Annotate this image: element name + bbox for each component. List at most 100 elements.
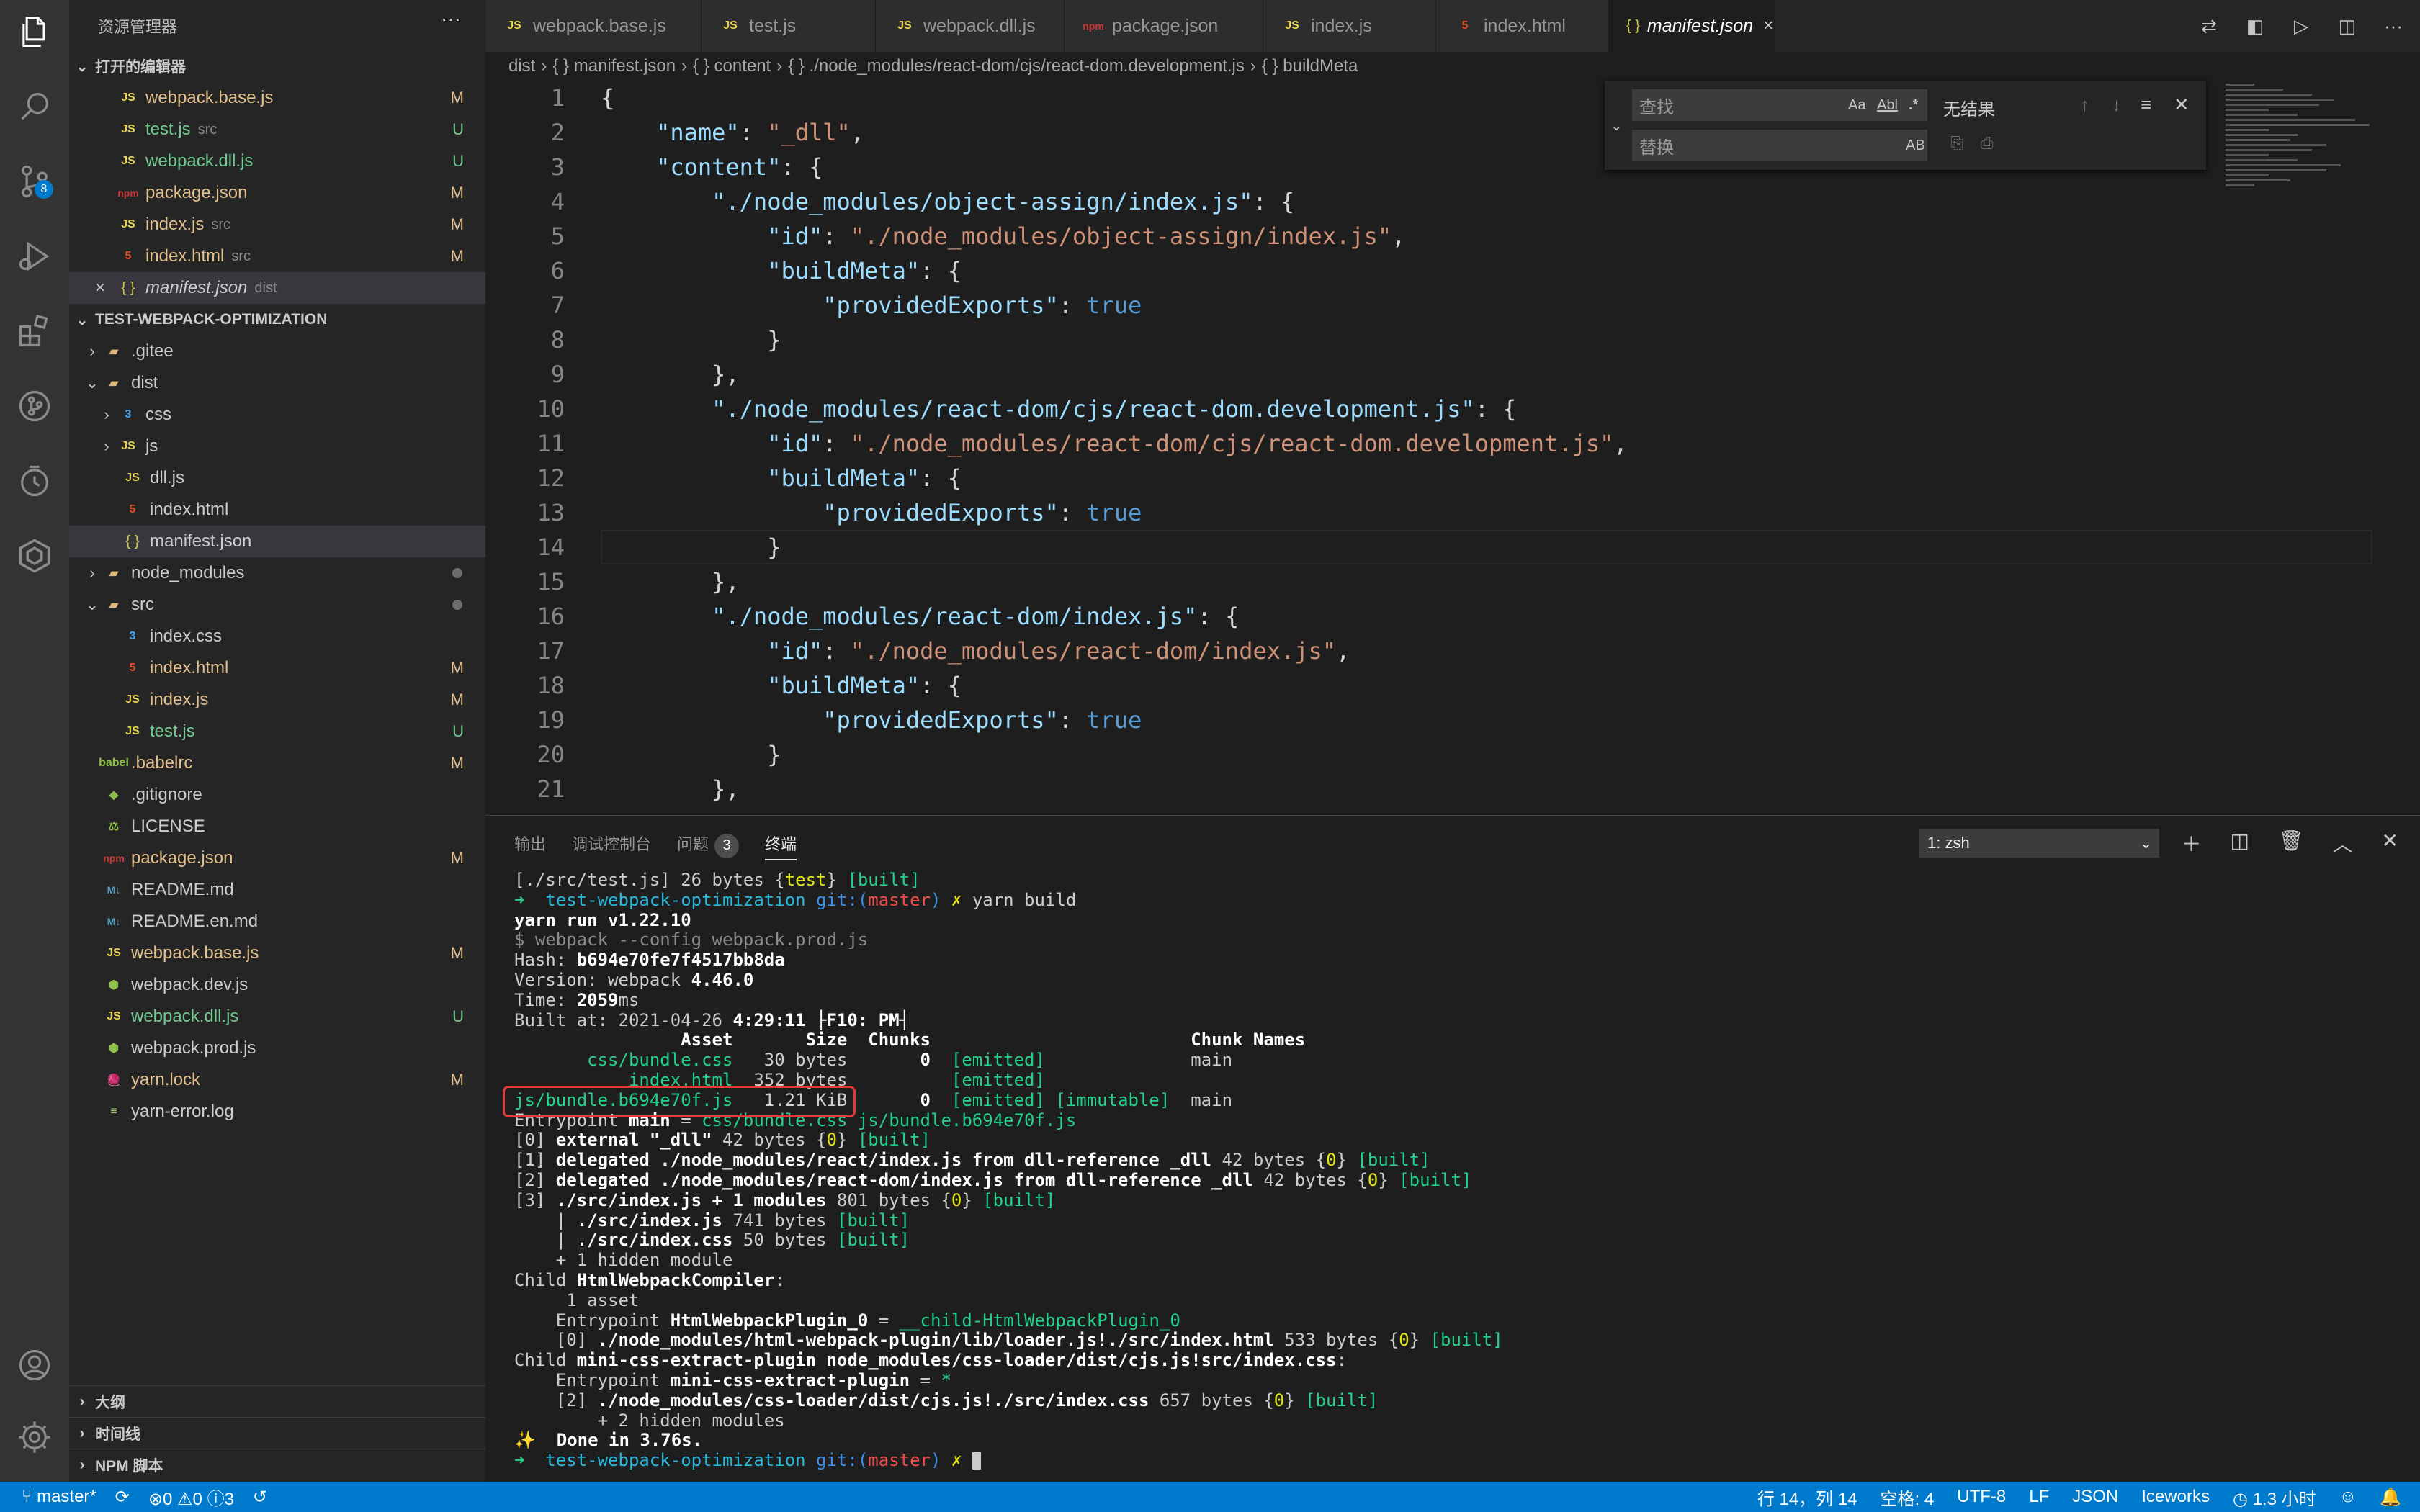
history-icon[interactable]: ↺ <box>253 1487 267 1508</box>
next-match-icon[interactable]: ↓ <box>2112 94 2121 116</box>
tree-item[interactable]: JS webpack.base.js M <box>69 937 485 969</box>
new-terminal-icon[interactable]: ＋ <box>2181 829 2201 858</box>
open-editor-item[interactable]: × { } manifest.json dist <box>69 272 485 304</box>
tab-webpack-base-js[interactable]: JS webpack.base.js <box>485 0 702 52</box>
tab-terminal[interactable]: 终端 <box>765 832 797 860</box>
toggle-replace-chevron-icon[interactable]: ⌄ <box>1610 117 1623 135</box>
tree-item[interactable]: JS webpack.dll.js U <box>69 1001 485 1032</box>
replace-input[interactable]: 替换 AB <box>1632 130 1927 161</box>
tree-item[interactable]: 5 index.html M <box>69 652 485 684</box>
run-debug-icon[interactable] <box>13 235 56 278</box>
breadcrumb-item[interactable]: { } buildMeta <box>1262 56 1358 76</box>
tree-item[interactable]: › 3 css <box>69 399 485 431</box>
open-editor-item[interactable]: JS webpack.dll.js U <box>69 145 485 177</box>
tab-index-html[interactable]: 5 index.html <box>1436 0 1609 52</box>
time-tracker[interactable]: ◷ 1.3 小时 <box>2233 1485 2316 1510</box>
tab-package-json[interactable]: npm package.json <box>1065 0 1263 52</box>
open-editor-item[interactable]: JS webpack.base.js M <box>69 82 485 114</box>
open-editor-item[interactable]: 5 index.html src M <box>69 240 485 272</box>
tree-item[interactable]: 5 index.html <box>69 494 485 526</box>
split-editor-icon[interactable]: ◫ <box>2335 14 2360 38</box>
problems-item[interactable]: ⊗0 ⚠0 ⓘ3 <box>148 1485 234 1510</box>
tab-problems[interactable]: 问题 3 <box>677 832 740 860</box>
extensions-icon[interactable] <box>13 310 56 353</box>
outline-section[interactable]: › 大纲 <box>69 1385 485 1417</box>
tree-item[interactable]: ⌄ ▰ src <box>69 589 485 621</box>
open-editors-header[interactable]: ⌄ 打开的编辑器 <box>69 50 485 82</box>
find-in-selection-icon[interactable]: ≡ <box>2141 94 2151 116</box>
tree-item[interactable]: ⌄ ▰ dist <box>69 367 485 399</box>
terminal-select[interactable]: 1: zsh ⌄ <box>1919 829 2159 858</box>
tree-item[interactable]: JS dll.js <box>69 462 485 494</box>
breadcrumb-item[interactable]: dist <box>508 56 535 76</box>
run-icon[interactable]: ▷ <box>2289 14 2313 38</box>
close-panel-icon[interactable]: ✕ <box>2382 829 2398 858</box>
tab-debug-console[interactable]: 调试控制台 <box>572 832 651 860</box>
close-find-icon[interactable]: ✕ <box>2174 94 2190 116</box>
close-icon[interactable]: × <box>1763 16 1773 36</box>
tree-item[interactable]: 3 index.css <box>69 621 485 652</box>
code-editor[interactable]: 1{2 "name": "_dll", 3 "content": {4 "./no… <box>485 81 2420 815</box>
regex-toggle[interactable]: .* <box>1909 97 1918 114</box>
feedback-icon[interactable]: ☺ <box>2339 1487 2357 1507</box>
indentation[interactable]: 空格: 4 <box>1881 1485 1935 1510</box>
language-mode[interactable]: JSON <box>2072 1487 2118 1507</box>
source-control-icon[interactable]: 8 <box>13 160 56 203</box>
breadcrumb-item[interactable]: { } manifest.json <box>552 56 676 76</box>
iceworks-icon[interactable] <box>13 534 56 577</box>
more-editor-actions-icon[interactable]: ··· <box>2381 14 2406 38</box>
tree-item[interactable]: › JS js <box>69 431 485 462</box>
encoding[interactable]: UTF-8 <box>1957 1487 2006 1507</box>
terminal-output[interactable]: [./src/test.js] 26 bytes {test} [built] ➜… <box>514 870 1503 1471</box>
end-of-line[interactable]: LF <box>2029 1487 2049 1507</box>
open-editor-item[interactable]: npm package.json M <box>69 177 485 209</box>
npm-scripts-section[interactable]: › NPM 脚本 <box>69 1449 485 1480</box>
minimap[interactable] <box>2226 81 2398 268</box>
tree-item[interactable]: ≡ yarn-error.log <box>69 1096 485 1128</box>
tree-item[interactable]: { } manifest.json <box>69 526 485 557</box>
tree-item[interactable]: npm package.json M <box>69 842 485 874</box>
open-editor-item[interactable]: JS index.js src M <box>69 209 485 240</box>
tree-item[interactable]: ⚖ LICENSE <box>69 811 485 842</box>
account-icon[interactable] <box>13 1344 56 1387</box>
tab-output[interactable]: 输出 <box>514 832 546 860</box>
tree-item[interactable]: ◆ .gitignore <box>69 779 485 811</box>
tree-item[interactable]: M↓ README.md <box>69 874 485 906</box>
tree-item[interactable]: M↓ README.en.md <box>69 906 485 937</box>
settings-gear-icon[interactable] <box>13 1416 56 1459</box>
open-changes-icon[interactable]: ◧ <box>2243 14 2267 38</box>
breadcrumb-item[interactable]: { } content <box>693 56 771 76</box>
split-terminal-icon[interactable]: ◫ <box>2231 829 2249 858</box>
tree-item[interactable]: › ▰ node_modules <box>69 557 485 589</box>
tree-item[interactable]: babel .babelrc M <box>69 747 485 779</box>
compare-changes-icon[interactable]: ⇄ <box>2197 14 2221 38</box>
more-actions-icon[interactable]: ··· <box>441 7 461 30</box>
git-graph-icon[interactable] <box>13 384 56 428</box>
timeline-icon[interactable] <box>13 459 56 503</box>
open-editor-item[interactable]: JS test.js src U <box>69 114 485 145</box>
tree-item[interactable]: JS index.js M <box>69 684 485 716</box>
previous-match-icon[interactable]: ↑ <box>2080 94 2089 116</box>
explorer-icon[interactable] <box>13 10 56 53</box>
breadcrumb-item[interactable]: { } ./node_modules/react-dom/cjs/react-d… <box>788 56 1245 76</box>
kill-terminal-icon[interactable]: 🗑 <box>2278 829 2304 858</box>
project-header[interactable]: ⌄ TEST-WEBPACK-OPTIMIZATION <box>69 304 485 336</box>
timeline-section[interactable]: › 时间线 <box>69 1417 485 1449</box>
tree-item[interactable]: ⬢ webpack.dev.js <box>69 969 485 1001</box>
match-case-toggle[interactable]: Aa <box>1848 97 1865 114</box>
sync-icon[interactable]: ⟳ <box>115 1487 130 1508</box>
iceworks-status[interactable]: Iceworks <box>2141 1487 2210 1507</box>
tree-item[interactable]: ⬢ webpack.prod.js <box>69 1032 485 1064</box>
find-input[interactable]: 查找 Aa Abl .* <box>1632 89 1927 121</box>
cursor-position[interactable]: 行 14，列 14 <box>1757 1485 1857 1510</box>
tree-item[interactable]: JS test.js U <box>69 716 485 747</box>
tree-item[interactable]: › ▰ .gitee <box>69 336 485 367</box>
tab-test-js[interactable]: JS test.js <box>702 0 876 52</box>
tab-index-js[interactable]: JS index.js <box>1263 0 1436 52</box>
branch-item[interactable]: ⑂ master* <box>22 1487 97 1507</box>
maximize-panel-icon[interactable]: ︿ <box>2333 829 2353 858</box>
close-icon[interactable]: × <box>95 278 117 298</box>
tab-webpack-dll-js[interactable]: JS webpack.dll.js <box>876 0 1065 52</box>
replace-one-icon[interactable]: ⎘ <box>1950 134 1963 153</box>
preserve-case-toggle[interactable]: AB <box>1906 138 1925 154</box>
